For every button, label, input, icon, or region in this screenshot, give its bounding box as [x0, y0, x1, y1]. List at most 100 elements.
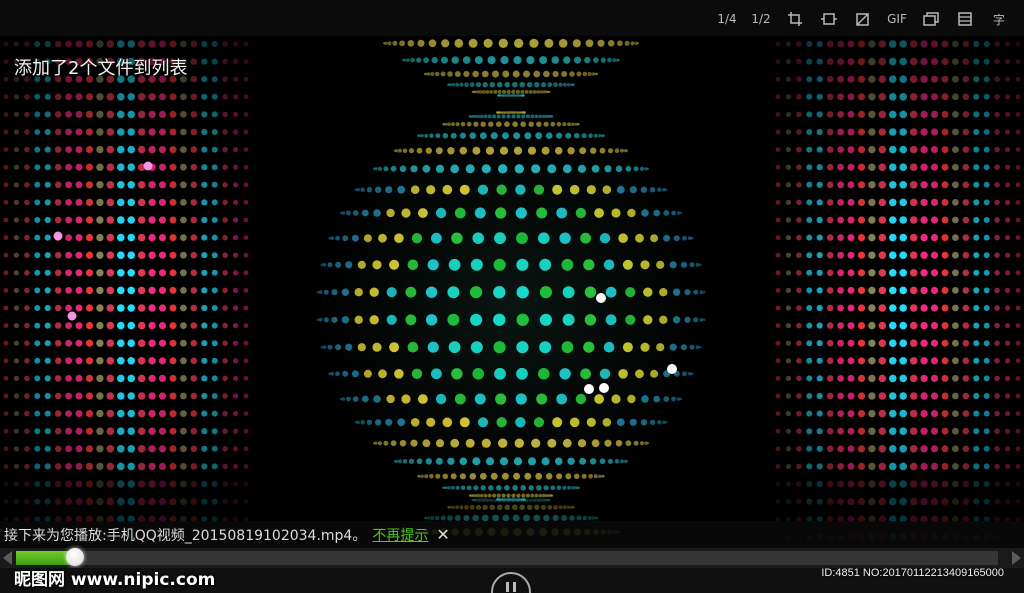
light-dot	[775, 112, 781, 117]
light-dot	[837, 163, 844, 171]
light-dot	[603, 341, 615, 353]
fit-frame-button[interactable]	[812, 8, 846, 30]
light-dot	[385, 418, 393, 426]
light-dot	[44, 498, 51, 505]
light-dot	[983, 252, 990, 259]
light-dot	[75, 146, 83, 154]
light-dot	[190, 427, 198, 435]
light-dot	[837, 128, 844, 136]
pause-button[interactable]	[491, 572, 531, 593]
half-size-button[interactable]: 1/2	[744, 8, 778, 30]
light-dot	[75, 427, 83, 435]
light-dot	[233, 481, 239, 487]
gif-button[interactable]: GIF	[880, 8, 914, 30]
light-dot	[476, 114, 481, 119]
quarter-size-button[interactable]: 1/4	[710, 8, 744, 30]
light-dot	[629, 418, 637, 426]
light-dot	[369, 315, 379, 325]
light-dot	[639, 166, 645, 171]
light-dot	[96, 392, 104, 400]
light-dot	[496, 493, 501, 498]
light-dot	[180, 322, 187, 329]
light-dot	[169, 410, 177, 418]
screenshot-icon	[958, 12, 972, 26]
progress-track[interactable]	[16, 548, 998, 566]
screenshot-button[interactable]	[948, 8, 982, 30]
light-dot	[857, 427, 866, 435]
light-dot	[513, 457, 523, 466]
light-dot	[127, 339, 135, 348]
light-dot	[169, 216, 177, 224]
light-dot	[524, 132, 532, 140]
light-dot	[569, 184, 580, 195]
light-dot	[3, 411, 9, 416]
light-dot	[201, 392, 208, 400]
seek-back-icon[interactable]	[3, 551, 12, 565]
light-dot	[511, 493, 516, 498]
light-dot	[536, 90, 540, 94]
light-dot	[497, 89, 502, 94]
light-dot	[669, 261, 677, 269]
light-dot	[547, 82, 553, 88]
light-dot	[516, 258, 529, 271]
light-dot	[24, 217, 30, 223]
light-dot	[211, 375, 218, 382]
light-dot	[909, 75, 918, 83]
light-dot	[816, 93, 823, 100]
light-dot	[664, 188, 668, 191]
light-dot	[3, 252, 9, 258]
light-dot	[169, 181, 177, 189]
light-dot	[816, 164, 823, 171]
light-dot	[169, 445, 177, 453]
close-icon[interactable]: ✕	[436, 525, 449, 544]
light-dot	[641, 209, 649, 217]
light-dot	[625, 165, 632, 172]
light-dot	[691, 372, 694, 376]
rotate-button[interactable]	[846, 8, 880, 30]
window-button[interactable]	[914, 8, 948, 30]
light-dot	[695, 345, 700, 350]
light-dot	[941, 357, 949, 365]
light-dot	[498, 164, 508, 174]
light-dot	[775, 41, 781, 47]
light-dot	[889, 392, 897, 400]
crop-button[interactable]	[778, 8, 812, 30]
light-dot	[96, 497, 104, 506]
light-dot	[243, 340, 249, 346]
light-dot	[493, 341, 506, 354]
light-dot	[539, 313, 553, 326]
light-dot	[689, 262, 695, 268]
subtitle-button[interactable]: 字	[982, 8, 1016, 30]
light-dot	[629, 186, 637, 194]
light-dot	[447, 457, 455, 465]
light-dot	[796, 252, 802, 258]
light-dot	[3, 76, 9, 82]
light-dot	[54, 287, 62, 294]
light-dot	[137, 269, 146, 277]
light-dot	[34, 93, 41, 100]
light-dot	[397, 185, 406, 194]
light-dot	[54, 111, 62, 118]
light-dot	[837, 339, 844, 347]
light-dot	[973, 146, 980, 153]
light-dot	[1005, 76, 1011, 82]
light-dot	[847, 269, 855, 277]
light-dot	[425, 458, 432, 465]
light-dot	[335, 261, 342, 268]
light-dot	[13, 199, 19, 205]
video-frame[interactable]	[0, 36, 1024, 548]
light-dot	[434, 515, 440, 521]
seek-forward-icon[interactable]	[1012, 551, 1021, 565]
light-dot	[878, 93, 887, 101]
light-dot	[1005, 147, 1011, 153]
progress-knob[interactable]	[65, 548, 84, 566]
light-dot	[878, 75, 887, 83]
dont-show-again-link[interactable]: 不再提示	[372, 525, 428, 545]
light-dot	[857, 234, 866, 242]
light-dot	[962, 58, 970, 65]
light-dot	[973, 304, 980, 312]
light-dot	[529, 38, 539, 48]
light-dot	[180, 163, 187, 171]
light-dot	[878, 304, 887, 312]
light-dot	[562, 485, 567, 490]
